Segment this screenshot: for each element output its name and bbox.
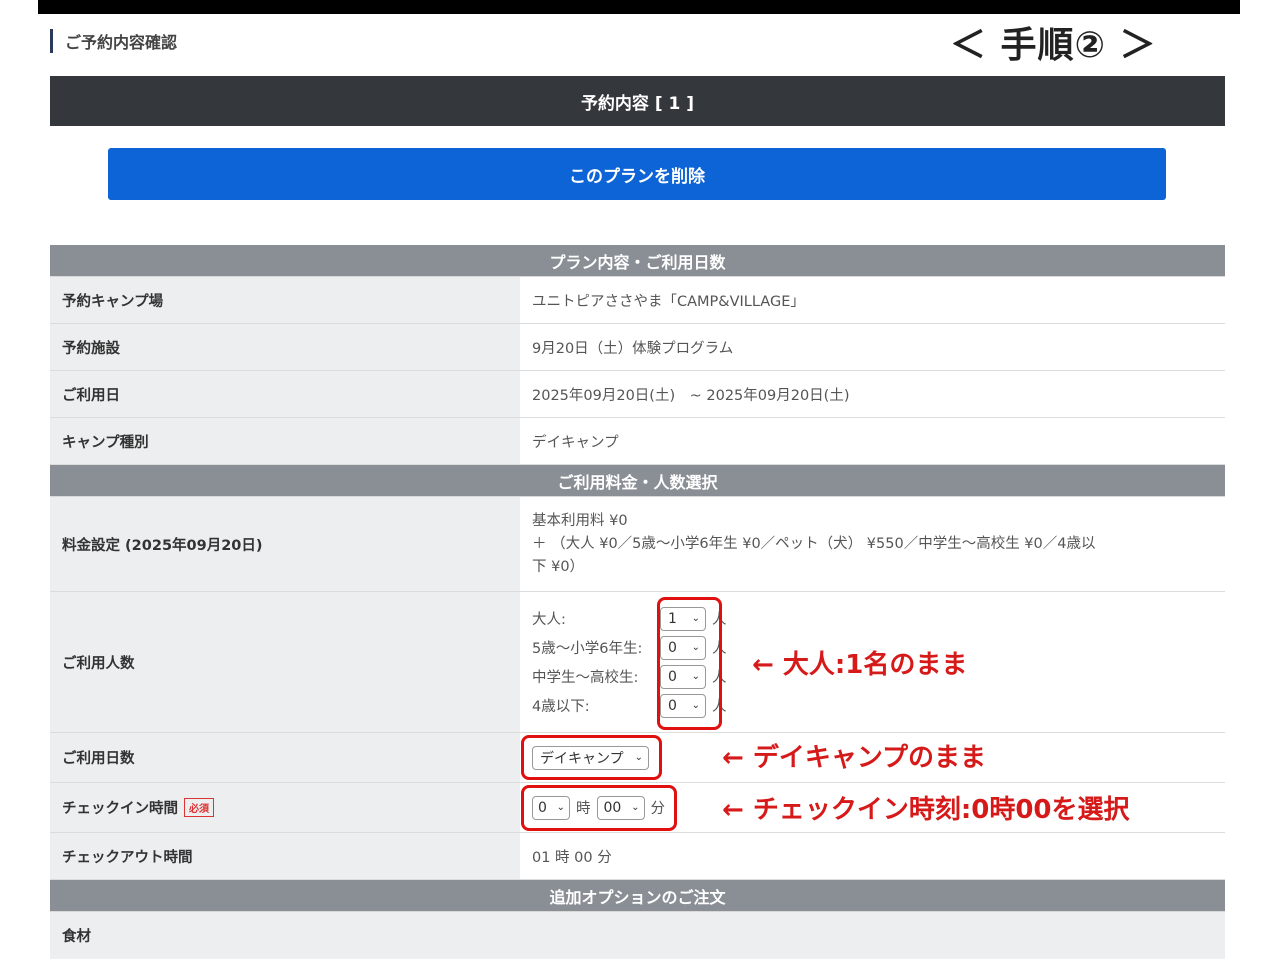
step-label: ＜ 手順② ＞ [950, 25, 1157, 66]
row-value: 01 時 00 分 [520, 833, 1225, 879]
chevron-down-icon: ⌄ [691, 642, 700, 653]
row-date: ご利用日 2025年09月20日(土) ~ 2025年09月20日(土) [50, 371, 1225, 418]
row-camp-type: キャンプ種別 デイキャンプ [50, 418, 1225, 465]
row-label: ご利用人数 [50, 592, 520, 732]
row-days: ご利用日数 デイキャンプ ⌄ [50, 733, 1225, 783]
category-options: 追加オプションのご注文 [50, 880, 1225, 912]
annotation-people: ← 大人:1名のまま [752, 650, 968, 680]
student-count-select[interactable]: 0 ⌄ [660, 664, 706, 689]
people-row-student: 中学生～高校生: 0 ⌄ 人 [532, 664, 727, 689]
delete-plan-button[interactable]: このプランを削除 [108, 148, 1166, 200]
option-row-food: 食材 [50, 912, 1225, 959]
reservation-header: 予約内容 [ 1 ] [50, 76, 1225, 126]
people-row-child: 5歳～小学6年生: 0 ⌄ 人 [532, 635, 727, 660]
infant-count-select[interactable]: 0 ⌄ [660, 693, 706, 718]
row-label: チェックイン時間 必須 [50, 783, 520, 832]
select-value: 0 [668, 639, 677, 656]
chevron-down-icon: ⌄ [631, 802, 640, 813]
chevron-down-icon: ⌄ [691, 613, 700, 624]
category-plan: プラン内容・ご利用日数 [50, 245, 1225, 277]
row-fee-setting: 料金設定 (2025年09月20日) 基本利用料 ¥0 ＋ （大人 ¥0／5歳～… [50, 497, 1225, 592]
hour-unit: 時 [576, 801, 591, 817]
chevron-down-icon: ⌄ [556, 802, 565, 813]
minute-unit: 分 [650, 801, 666, 817]
select-value: 0 [668, 697, 677, 714]
row-label: チェックアウト時間 [50, 833, 520, 879]
row-label: 料金設定 (2025年09月20日) [50, 497, 520, 591]
row-camp: 予約キャンプ場 ユニトピアささやま「CAMP&VILLAGE」 [50, 277, 1225, 324]
row-value: ユニトピアささやま「CAMP&VILLAGE」 [520, 277, 1225, 323]
select-value: 0 [668, 668, 677, 685]
people-row-adult: 大人: 1 ⌄ 人 [532, 606, 727, 631]
section-heading-text: ご予約内容確認 [65, 33, 178, 52]
select-value: デイキャンプ [540, 750, 624, 767]
chevron-down-icon: ⌄ [634, 752, 643, 763]
unit-label: 人 [712, 641, 727, 657]
people-row-infant: 4歳以下: 0 ⌄ 人 [532, 693, 727, 718]
checkin-minute-select[interactable]: 00 ⌄ [596, 795, 645, 820]
days-select[interactable]: デイキャンプ ⌄ [532, 745, 649, 770]
row-facility: 予約施設 9月20日（土）体験プログラム [50, 324, 1225, 371]
people-label: 大人: [532, 612, 566, 628]
people-label: 中学生～高校生: [532, 670, 639, 686]
fee-line-1: 基本利用料 ¥0 [532, 512, 628, 529]
row-label: 予約施設 [50, 324, 520, 370]
people-label: 4歳以下: [532, 699, 590, 715]
category-fees: ご利用料金・人数選択 [50, 465, 1225, 497]
people-label: 5歳～小学6年生: [532, 641, 643, 657]
section-heading: ご予約内容確認 [50, 28, 177, 54]
child-count-select[interactable]: 0 ⌄ [660, 635, 706, 660]
adult-count-select[interactable]: 1 ⌄ [660, 606, 706, 631]
row-label: ご利用日 [50, 371, 520, 417]
row-label: ご利用日数 [50, 733, 520, 782]
annotation-checkin: ← チェックイン時刻:0時00を選択 [722, 795, 1130, 825]
row-value: 2025年09月20日(土) ~ 2025年09月20日(土) [520, 371, 1225, 417]
select-value: 1 [668, 610, 677, 627]
unit-label: 人 [712, 670, 727, 686]
unit-label: 人 [712, 699, 727, 715]
chevron-down-icon: ⌄ [691, 671, 700, 682]
select-value: 0 [538, 799, 547, 816]
people-grid: 大人: 1 ⌄ 人 5歳～小学6年生: 0 ⌄ 人 中学生～高校生: 0 ⌄ 人 4歳… [532, 606, 727, 718]
row-checkout: チェックアウト時間 01 時 00 分 [50, 833, 1225, 880]
reservation-table: プラン内容・ご利用日数 予約キャンプ場 ユニトピアささやま「CAMP&VILLA… [50, 245, 1225, 959]
required-badge: 必須 [184, 798, 214, 817]
fee-line-3: 下 ¥0） [532, 558, 585, 575]
checkin-hour-select[interactable]: 0 ⌄ [532, 795, 570, 820]
row-value: デイキャンプ [520, 418, 1225, 464]
row-people: ご利用人数 大人: 1 ⌄ 人 5歳～小学6年生: 0 ⌄ 人 中学生～高校生: 0… [50, 592, 1225, 733]
unit-label: 人 [712, 612, 727, 628]
annotation-days: ← デイキャンプのまま [722, 743, 987, 773]
fee-line-2: ＋ （大人 ¥0／5歳～小学6年生 ¥0／ペット（犬） ¥550／中学生～高校生… [532, 535, 1096, 552]
row-label: キャンプ種別 [50, 418, 520, 464]
row-value: 9月20日（土）体験プログラム [520, 324, 1225, 370]
top-black-bar [38, 0, 1240, 14]
heading-accent-bar [50, 29, 53, 53]
checkin-label: チェックイン時間 [62, 801, 178, 817]
chevron-down-icon: ⌄ [691, 700, 700, 711]
fee-value: 基本利用料 ¥0 ＋ （大人 ¥0／5歳～小学6年生 ¥0／ペット（犬） ¥55… [520, 497, 1225, 591]
row-label: 予約キャンプ場 [50, 277, 520, 323]
select-value: 00 [603, 799, 622, 816]
